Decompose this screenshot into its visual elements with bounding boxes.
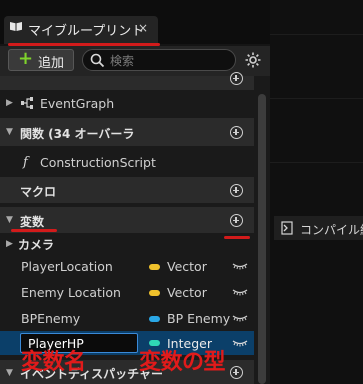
search-input[interactable]: [82, 49, 236, 71]
compiler-results-label: コンパイル結: [300, 223, 363, 237]
circle-plus-icon[interactable]: [230, 72, 243, 85]
caret-down-icon[interactable]: ▼: [6, 127, 13, 137]
camera-category[interactable]: カメラ: [18, 236, 54, 253]
macros-header-label: マクロ: [20, 185, 57, 199]
circle-plus-icon[interactable]: [230, 366, 243, 379]
eye-icon[interactable]: [232, 339, 248, 347]
functions-header-label: 関数 (34 オーバーラ: [20, 127, 135, 141]
grid-line: [270, 34, 363, 35]
caret-right-icon[interactable]: ▶: [6, 239, 13, 249]
event-graph-icon: [21, 97, 33, 109]
event-graph-item[interactable]: EventGraph: [40, 96, 114, 111]
add-button-label: 追加: [38, 56, 65, 71]
variable-type-pill: [149, 264, 160, 270]
function-icon: f: [22, 155, 30, 169]
compile-icon: [281, 221, 293, 235]
circle-plus-icon[interactable]: [230, 184, 243, 197]
plus-icon: +: [18, 48, 34, 69]
grid-line: [270, 98, 363, 99]
close-icon[interactable]: ×: [138, 21, 148, 35]
annotation-variable-type: 変数の型: [139, 350, 226, 375]
book-icon: [10, 22, 22, 31]
add-variable-icon[interactable]: [230, 214, 243, 227]
svg-text:f: f: [22, 155, 30, 169]
caret-right-icon[interactable]: ▶: [6, 98, 13, 108]
eye-icon[interactable]: [232, 314, 248, 322]
grid-line: [270, 162, 363, 163]
variable-type-pill: [149, 316, 160, 322]
variable-type[interactable]: Vector: [167, 285, 207, 300]
construction-script-item[interactable]: ConstructionScript: [40, 155, 156, 170]
graph-area: [270, 0, 363, 384]
search-placeholder: 検索: [110, 54, 135, 68]
gear-icon[interactable]: [244, 51, 262, 69]
variable-type[interactable]: Vector: [167, 259, 207, 274]
tab-title: マイブループリント: [28, 24, 145, 39]
variable-type-pill: [149, 290, 160, 296]
variable-name[interactable]: PlayerLocation: [21, 259, 113, 274]
caret-down-icon[interactable]: ▼: [6, 215, 13, 225]
search-icon: [90, 53, 105, 68]
caret-down-icon[interactable]: ▼: [6, 368, 13, 378]
variable-name[interactable]: Enemy Location: [21, 285, 121, 300]
scrollbar[interactable]: [258, 94, 266, 384]
variables-header-label: 変数: [20, 215, 45, 229]
annotation-variable-name: 変数名: [21, 350, 86, 375]
variable-name[interactable]: BPEnemy: [21, 311, 80, 326]
graphs-header[interactable]: [0, 76, 254, 90]
circle-plus-icon[interactable]: [230, 126, 243, 139]
eye-icon[interactable]: [232, 288, 248, 296]
annotation-underline-add-variable: [224, 236, 250, 239]
annotation-underline-variables: [11, 229, 57, 232]
variable-type[interactable]: BP Enemy: [167, 311, 230, 326]
eye-icon[interactable]: [232, 262, 248, 270]
